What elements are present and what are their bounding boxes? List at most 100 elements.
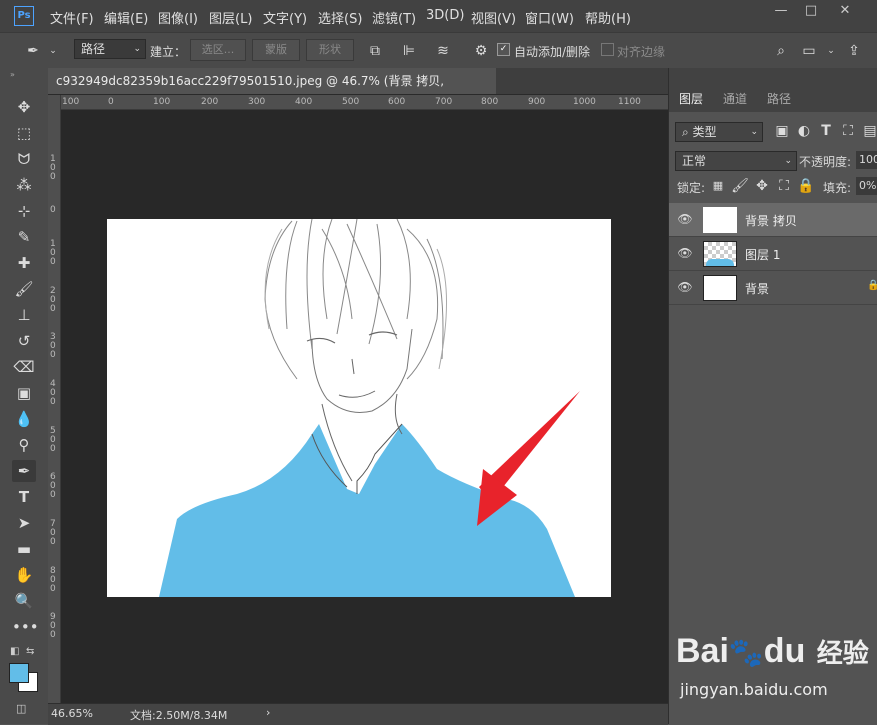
tab-paths[interactable]: 路径 <box>767 90 791 107</box>
lock-position-icon[interactable]: ✥ <box>753 177 771 195</box>
blur-tool-icon[interactable]: 💧 <box>12 408 36 430</box>
lasso-tool-icon[interactable]: ᗢ <box>12 148 36 170</box>
foreground-color-swatch[interactable] <box>9 663 29 683</box>
magic-wand-tool-icon[interactable]: ⁂ <box>12 174 36 196</box>
close-button[interactable]: ✕ <box>830 0 860 22</box>
collapse-icon[interactable]: » <box>10 70 15 79</box>
hair-strands <box>264 219 444 380</box>
menu-window[interactable]: 窗口(W) <box>525 8 574 27</box>
filter-type-icon[interactable]: T <box>817 122 835 140</box>
menu-image[interactable]: 图像(I) <box>158 8 198 27</box>
path-arrangement-icon[interactable]: ≋ <box>434 42 452 60</box>
blend-mode-select[interactable]: 正常 ⌄ <box>675 151 797 171</box>
crop-tool-icon[interactable]: ⊹ <box>12 200 36 222</box>
ruler-label: 8 0 0 <box>50 566 56 594</box>
dodge-tool-icon[interactable]: ⚲ <box>12 434 36 456</box>
menu-type[interactable]: 文字(Y) <box>263 8 307 27</box>
brush-tool-icon[interactable]: 🖌 <box>12 278 36 300</box>
chevron-down-icon: ⌄ <box>133 44 141 54</box>
ruler-label: 1 0 0 <box>50 154 56 182</box>
filter-pixel-icon[interactable]: ▣ <box>773 122 791 140</box>
ruler-label: 0 <box>108 97 114 107</box>
status-bar: 46.65% 文档:2.50M/8.34M › <box>48 703 668 725</box>
filter-adjustment-icon[interactable]: ◐ <box>795 122 813 140</box>
more-tools-icon[interactable]: ••• <box>12 616 39 638</box>
ruler-label: 9 0 0 <box>50 612 56 640</box>
make-shape-button[interactable]: 形状 <box>306 39 354 61</box>
lock-all-icon[interactable]: 🔒 <box>797 177 815 195</box>
marquee-tool-icon[interactable]: ⬚ <box>12 122 36 144</box>
zoom-tool-icon[interactable]: 🔍 <box>12 590 36 612</box>
align-edges-checkbox[interactable] <box>601 43 614 56</box>
menu-edit[interactable]: 编辑(E) <box>104 8 148 27</box>
baidu-jingyan-watermark: Bai🐾du 经验 jingyan.baidu.com <box>672 626 872 706</box>
paw-icon: 🐾 <box>728 637 764 668</box>
zoom-level[interactable]: 46.65% <box>48 707 96 720</box>
pen-tool-preset-icon[interactable]: ✒ <box>24 42 42 60</box>
menu-bar: Ps 文件(F) 编辑(E) 图像(I) 图层(L) 文字(Y) 选择(S) 滤… <box>0 0 877 32</box>
ruler-label: 700 <box>435 97 453 107</box>
chevron-down-icon[interactable]: ⌄ <box>44 42 62 60</box>
menu-select[interactable]: 选择(S) <box>318 8 362 27</box>
shirt-fill <box>159 424 575 597</box>
menu-file[interactable]: 文件(F) <box>50 8 94 27</box>
clone-stamp-tool-icon[interactable]: ⊥ <box>12 304 36 326</box>
path-selection-tool-icon[interactable]: ➤ <box>12 512 36 534</box>
ruler-label: 900 <box>528 97 546 107</box>
share-icon[interactable]: ⇪ <box>845 42 863 60</box>
filter-shape-icon[interactable]: ⛶ <box>839 122 857 140</box>
type-tool-icon[interactable]: T <box>12 486 36 508</box>
menu-3d[interactable]: 3D(D) <box>426 8 464 23</box>
visibility-eye-icon[interactable]: 👁 <box>677 280 693 294</box>
gear-icon[interactable]: ⚙ <box>472 42 490 60</box>
maximize-button[interactable]: □ <box>796 0 826 22</box>
fill-input[interactable]: 0% <box>856 177 877 195</box>
tab-channels[interactable]: 通道 <box>723 90 747 107</box>
layer-row[interactable]: 👁 背景 🔒 <box>669 271 877 305</box>
hand-tool-icon[interactable]: ✋ <box>12 564 36 586</box>
tab-layers[interactable]: 图层 <box>679 90 703 107</box>
document-canvas[interactable] <box>107 219 611 597</box>
eyedropper-tool-icon[interactable]: ✎ <box>12 226 36 248</box>
status-menu-arrow[interactable]: › <box>266 706 270 719</box>
filter-smart-object-icon[interactable]: ▤ <box>861 122 877 140</box>
healing-brush-tool-icon[interactable]: ✚ <box>12 252 36 274</box>
workspace-icon[interactable]: ▭ <box>800 42 818 60</box>
move-tool-icon[interactable]: ✥ <box>12 96 36 118</box>
menu-filter[interactable]: 滤镜(T) <box>372 8 416 27</box>
layer-row[interactable]: 👁 背景 拷贝 <box>669 203 877 237</box>
lock-transparent-icon[interactable]: ▦ <box>709 177 727 195</box>
eraser-tool-icon[interactable]: ⌫ <box>12 356 36 378</box>
layer-filter-select[interactable]: ⌕ 类型 ⌄ <box>675 122 763 142</box>
auto-add-delete-checkbox[interactable]: ✓ <box>497 43 510 56</box>
align-edges-label: 对齐边缘 <box>617 45 666 59</box>
menu-layer[interactable]: 图层(L) <box>209 8 252 27</box>
gradient-tool-icon[interactable]: ▣ <box>12 382 36 404</box>
lock-artboard-icon[interactable]: ⛶ <box>775 177 793 195</box>
path-operations-icon[interactable]: ⧉ <box>366 42 384 60</box>
chevron-down-icon[interactable]: ⌄ <box>822 42 840 60</box>
document-tab[interactable]: c932949dc82359b16acc229f79501510.jpeg @ … <box>48 68 496 114</box>
menu-help[interactable]: 帮助(H) <box>585 8 631 27</box>
opacity-input[interactable]: 100 <box>856 151 877 169</box>
visibility-eye-icon[interactable]: 👁 <box>677 246 693 260</box>
panel-tabs: 图层 通道 路径 <box>669 86 877 112</box>
make-mask-button[interactable]: 蒙版 <box>252 39 300 61</box>
lock-image-icon[interactable]: 🖌 <box>731 177 749 195</box>
search-icon[interactable]: ⌕ <box>772 42 790 60</box>
ruler-label: 1100 <box>618 97 641 107</box>
layer-row[interactable]: 👁 图层 1 <box>669 237 877 271</box>
make-selection-button[interactable]: 选区... <box>190 39 246 61</box>
menu-view[interactable]: 视图(V) <box>471 8 516 27</box>
visibility-eye-icon[interactable]: 👁 <box>677 212 693 226</box>
quick-mask-icon[interactable]: ◫ <box>16 702 26 715</box>
pen-tool-icon[interactable]: ✒ <box>12 460 36 482</box>
pen-mode-select[interactable]: 路径 ⌄ <box>74 39 146 59</box>
swap-colors-icon[interactable]: ⇆ <box>26 646 34 657</box>
default-colors-icon[interactable]: ◧ <box>10 646 19 657</box>
rectangle-tool-icon[interactable]: ▬ <box>12 538 36 560</box>
path-alignment-icon[interactable]: ⊫ <box>400 42 418 60</box>
minimize-button[interactable]: — <box>766 0 796 22</box>
history-brush-tool-icon[interactable]: ↺ <box>12 330 36 352</box>
vertical-ruler: 1 0 0 0 1 0 0 2 0 0 3 0 0 4 0 0 5 0 0 6 … <box>48 95 61 705</box>
